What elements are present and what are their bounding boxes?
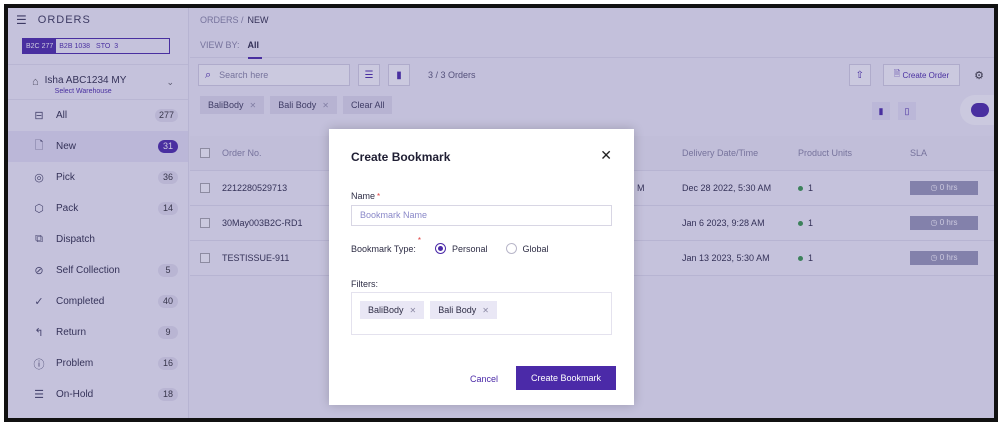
filters-label: Filters: xyxy=(351,279,378,289)
close-icon[interactable]: ✕ xyxy=(410,306,417,315)
required-marker: * xyxy=(417,236,421,245)
create-bookmark-dialog: Create Bookmark ✕ Name * Bookmark Name Bo… xyxy=(329,129,634,405)
filter-chip[interactable]: Bali Body ✕ xyxy=(430,301,497,319)
cancel-button[interactable]: Cancel xyxy=(470,374,498,384)
radio-global-label[interactable]: Global xyxy=(523,244,549,254)
filter-chip-label: Bali Body xyxy=(438,305,477,315)
name-label: Name * xyxy=(351,191,380,201)
radio-personal[interactable] xyxy=(435,243,446,254)
name-placeholder: Bookmark Name xyxy=(360,210,428,220)
dialog-title: Create Bookmark xyxy=(351,150,451,164)
bookmark-type-label: Bookmark Type: xyxy=(351,243,416,254)
close-icon[interactable]: ✕ xyxy=(482,306,489,315)
create-bookmark-button[interactable]: Create Bookmark xyxy=(516,366,616,390)
bookmark-name-input[interactable]: Bookmark Name xyxy=(351,205,612,226)
app-frame: ☰ ORDERS B2C 277 B2B 1038 STO 3 ⌂ Isha A… xyxy=(4,4,998,422)
close-icon[interactable]: ✕ xyxy=(600,147,612,164)
filter-chip[interactable]: BaliBody ✕ xyxy=(360,301,425,319)
required-marker: * xyxy=(377,192,381,201)
radio-global[interactable] xyxy=(505,243,517,254)
filter-chip-label: BaliBody xyxy=(368,305,404,315)
filters-box: BaliBody ✕ Bali Body ✕ xyxy=(351,292,612,335)
name-label-text: Name xyxy=(351,191,376,201)
bookmark-type-row: Bookmark Type: * Personal Global xyxy=(351,236,549,254)
radio-personal-label[interactable]: Personal xyxy=(452,244,488,254)
